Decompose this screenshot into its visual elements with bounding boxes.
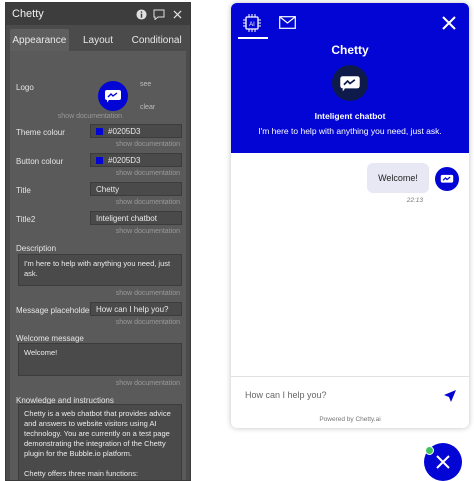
info-icon[interactable] xyxy=(134,7,148,21)
welcome-doc-link[interactable]: show documentation xyxy=(116,380,180,387)
chat-header: AI Chetty Inteligent chatbot I'm here to… xyxy=(231,3,469,153)
title2-field[interactable]: Inteligent chatbot xyxy=(90,211,182,225)
powered-by: Powered by Chetty.ai xyxy=(319,416,381,423)
panel-header: Chetty xyxy=(6,3,190,25)
comment-icon[interactable] xyxy=(152,7,166,21)
button-colour-field[interactable]: #0205D3 xyxy=(90,153,182,167)
close-icon[interactable] xyxy=(170,7,184,21)
theme-colour-swatch xyxy=(96,127,103,135)
chat-logo xyxy=(332,65,368,101)
button-colour-doc-link[interactable]: show documentation xyxy=(116,170,180,177)
welcome-label: Welcome message xyxy=(16,334,84,343)
description-label: Description xyxy=(16,244,57,253)
bot-avatar xyxy=(435,167,459,191)
logo-doc-link[interactable]: show documentation xyxy=(58,113,122,120)
tab-conditional[interactable]: Conditional xyxy=(127,29,186,51)
logo-label: Logo xyxy=(16,83,34,92)
knowledge-field[interactable]: Chetty is a web chatbot that provides ad… xyxy=(18,404,182,480)
message-input-bar[interactable]: How can I help you? xyxy=(231,376,469,412)
button-colour-label: Button colour xyxy=(16,157,64,166)
placeholder-field[interactable]: How can I help you? xyxy=(90,302,182,316)
close-icon[interactable] xyxy=(441,15,457,31)
theme-colour-field[interactable]: #0205D3 xyxy=(90,124,182,138)
button-colour-value: #0205D3 xyxy=(108,155,141,165)
logo-see-link[interactable]: see xyxy=(140,81,151,88)
close-icon xyxy=(436,455,450,469)
message-time: 22:13 xyxy=(406,197,423,204)
title-field[interactable]: Chetty xyxy=(90,182,182,196)
send-icon[interactable] xyxy=(443,389,457,403)
theme-colour-doc-link[interactable]: show documentation xyxy=(116,141,180,148)
welcome-field[interactable]: Welcome! xyxy=(18,343,182,376)
title-label: Title xyxy=(16,186,31,195)
mail-icon[interactable] xyxy=(279,16,296,34)
chat-intro: I'm here to help with anything you need,… xyxy=(258,126,442,136)
online-indicator xyxy=(425,446,434,455)
chat-subtitle: Inteligent chatbot xyxy=(314,111,386,121)
placeholder-label: Message placeholder xyxy=(16,306,93,315)
active-tab-indicator xyxy=(238,37,268,39)
ai-chip-icon[interactable]: AI xyxy=(242,13,262,38)
svg-text:AI: AI xyxy=(249,22,255,28)
panel-title: Chetty xyxy=(12,8,44,20)
title2-label: Title2 xyxy=(16,215,36,224)
message-bubble: Welcome! xyxy=(367,163,429,193)
panel-body: Logo see clear show documentation Theme … xyxy=(10,51,186,480)
tab-layout[interactable]: Layout xyxy=(69,29,128,51)
chat-widget: AI Chetty Inteligent chatbot I'm here to… xyxy=(231,3,469,428)
title-doc-link[interactable]: show documentation xyxy=(116,199,180,206)
tab-appearance[interactable]: Appearance xyxy=(10,29,69,51)
chat-title: Chetty xyxy=(331,43,369,57)
theme-colour-label: Theme colour xyxy=(16,128,65,137)
placeholder-doc-link[interactable]: show documentation xyxy=(116,319,180,326)
message-input[interactable]: How can I help you? xyxy=(245,390,327,400)
panel-tabs: Appearance Layout Conditional xyxy=(10,29,186,51)
property-editor-panel: Chetty Appearance Layout Conditional Log… xyxy=(5,2,191,481)
theme-colour-value: #0205D3 xyxy=(108,126,141,136)
chat-logo-icon xyxy=(105,90,121,103)
logo-clear-link[interactable]: clear xyxy=(140,104,155,111)
description-field[interactable]: I'm here to help with anything you need,… xyxy=(18,254,182,286)
chat-logo-icon xyxy=(340,75,360,91)
button-colour-swatch xyxy=(96,156,103,164)
chat-logo-icon xyxy=(440,174,454,183)
title2-doc-link[interactable]: show documentation xyxy=(116,228,180,235)
description-doc-link[interactable]: show documentation xyxy=(116,290,180,297)
logo-preview[interactable] xyxy=(98,81,128,111)
